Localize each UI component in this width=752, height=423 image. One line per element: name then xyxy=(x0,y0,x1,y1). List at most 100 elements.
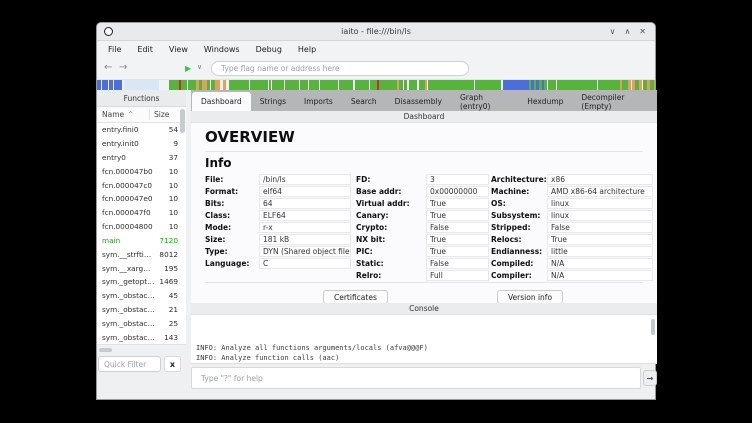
info-field-label: NX bit: xyxy=(356,235,426,244)
menu-file[interactable]: File xyxy=(100,43,129,56)
binary-map-segment xyxy=(598,80,620,90)
forward-button[interactable]: → xyxy=(119,62,127,74)
function-row[interactable]: fcn.000047c0 10 xyxy=(97,178,186,192)
app-window: iaito - file:///bin/ls ∨ ∧ ✕ File Edit V… xyxy=(96,22,656,400)
functions-h-scrollbar[interactable] xyxy=(97,347,182,353)
info-field-label: Base addr: xyxy=(356,187,426,196)
function-row[interactable]: entry.init0 9 xyxy=(97,137,186,151)
certificates-button[interactable]: Certificates xyxy=(323,290,388,303)
info-field-label: File: xyxy=(205,175,259,184)
info-row: Subsystem: linux xyxy=(491,210,653,222)
function-row[interactable]: fcn.000047f0 10 xyxy=(97,206,186,220)
scrollbar-handle[interactable] xyxy=(99,348,112,352)
binary-map-segment xyxy=(300,80,308,90)
binary-map-segment xyxy=(339,80,353,90)
info-field-value: False xyxy=(426,258,489,269)
console-output: INFO: Analyze all functions arguments/lo… xyxy=(191,315,657,364)
clear-filter-button[interactable]: x xyxy=(164,356,181,372)
function-row[interactable]: entry0 37 xyxy=(97,151,186,165)
binary-map-segment xyxy=(557,80,597,90)
info-field-value: linux xyxy=(547,210,653,221)
binary-map-segment xyxy=(114,80,122,90)
menu-windows[interactable]: Windows xyxy=(196,43,248,56)
info-row: Type: DYN (Shared object file) xyxy=(205,245,351,257)
tab-dashboard[interactable]: Dashboard xyxy=(192,92,251,111)
function-size: 25 xyxy=(169,319,178,328)
tab-graph[interactable]: Graph (entry0) xyxy=(451,92,518,111)
play-button[interactable]: ▶ xyxy=(185,64,191,73)
menu-debug[interactable]: Debug xyxy=(248,43,290,56)
function-name: fcn.00004800 xyxy=(102,222,169,231)
tab-strings[interactable]: Strings xyxy=(251,92,295,111)
function-row[interactable]: entry.fini0 54 xyxy=(97,123,186,137)
toolbar: ← → ▶ ∨ xyxy=(97,58,655,80)
info-field-value: False xyxy=(426,222,489,233)
function-name: sym._obstac… xyxy=(102,319,169,328)
minimize-button[interactable]: ∨ xyxy=(610,28,616,36)
info-field-value: ELF64 xyxy=(259,210,351,221)
function-name: sym._obstac… xyxy=(102,291,169,300)
column-header-name[interactable]: Name xyxy=(97,110,124,119)
close-button[interactable]: ✕ xyxy=(639,28,646,36)
info-row: Machine: AMD x86-64 architecture xyxy=(491,186,653,198)
function-row[interactable]: fcn.000047e0 10 xyxy=(97,192,186,206)
tab-hexdump[interactable]: Hexdump xyxy=(518,92,572,111)
maximize-button[interactable]: ∧ xyxy=(624,28,630,36)
binary-map-segment xyxy=(285,80,299,90)
tab-decompiler[interactable]: Decompiler (Empty) xyxy=(572,92,657,111)
main-dock: Dashboard Strings Imports Search Disasse… xyxy=(191,90,657,401)
info-field-value: Full xyxy=(426,270,489,281)
function-row[interactable]: main 7120 xyxy=(97,234,186,248)
functions-v-scrollbar[interactable] xyxy=(180,109,185,343)
function-row[interactable]: sym._obstac… 21 xyxy=(97,303,186,317)
info-field-label: Mode: xyxy=(205,223,259,232)
function-row[interactable]: sym.__xarg… 195 xyxy=(97,261,186,275)
info-row: Mode: r-x xyxy=(205,222,351,234)
function-size: 9 xyxy=(173,139,178,148)
info-row: Class: ELF64 xyxy=(205,210,351,222)
function-row[interactable]: sym.__strfti… 8012 xyxy=(97,247,186,261)
scrollbar-handle[interactable] xyxy=(180,109,185,133)
info-row: Static: False xyxy=(356,257,489,269)
menu-help[interactable]: Help xyxy=(290,43,324,56)
function-size: 1469 xyxy=(159,277,178,286)
menu-view[interactable]: View xyxy=(161,43,196,56)
back-button[interactable]: ← xyxy=(104,62,112,74)
tab-disassembly[interactable]: Disassembly xyxy=(386,92,451,111)
function-row[interactable]: fcn.00004800 10 xyxy=(97,220,186,234)
binary-map-segment xyxy=(309,80,319,90)
function-row[interactable]: sym._getopt… 1469 xyxy=(97,275,186,289)
dashboard-panel-title: Dashboard xyxy=(191,111,657,123)
binary-map-segment xyxy=(428,80,474,90)
binary-map-segment xyxy=(379,80,397,90)
address-input[interactable] xyxy=(211,61,469,76)
function-row[interactable]: sym._obstac… 143 xyxy=(97,330,186,344)
function-row[interactable]: sym._obstac… 45 xyxy=(97,289,186,303)
binary-map-segment xyxy=(124,80,159,90)
binary-map[interactable] xyxy=(97,80,655,90)
info-row: Crypto: False xyxy=(356,222,489,234)
info-field-label: Crypto: xyxy=(356,223,426,232)
info-field-label: Relro: xyxy=(356,271,426,280)
quick-filter-input[interactable] xyxy=(98,356,161,372)
column-header-size[interactable]: Size xyxy=(154,110,169,119)
command-input[interactable] xyxy=(191,367,641,389)
menu-edit[interactable]: Edit xyxy=(129,43,161,56)
separator xyxy=(205,151,643,152)
function-name: sym._obstac… xyxy=(102,305,169,314)
info-row: FD: 3 xyxy=(356,174,489,186)
tab-imports[interactable]: Imports xyxy=(295,92,342,111)
tab-search[interactable]: Search xyxy=(342,92,386,111)
scrollbar-handle[interactable] xyxy=(651,319,655,335)
function-row[interactable]: sym._obstac… 25 xyxy=(97,316,186,330)
functions-panel: Functions Name ^ Size entry.fini0 54 ent… xyxy=(97,90,186,401)
info-field-label: Language: xyxy=(205,259,259,268)
chevron-down-icon[interactable]: ∨ xyxy=(197,63,202,71)
window-title: iaito - file:///bin/ls xyxy=(97,27,655,36)
version-info-button[interactable]: Version info xyxy=(497,290,563,303)
info-column-1: File: /bin/ls Format: elf64 Bits: xyxy=(205,174,351,269)
console-scrollbar[interactable] xyxy=(651,317,655,362)
send-button[interactable]: → xyxy=(643,370,657,386)
info-row: Compiler: N/A xyxy=(491,269,653,281)
function-row[interactable]: fcn.000047b0 10 xyxy=(97,164,186,178)
